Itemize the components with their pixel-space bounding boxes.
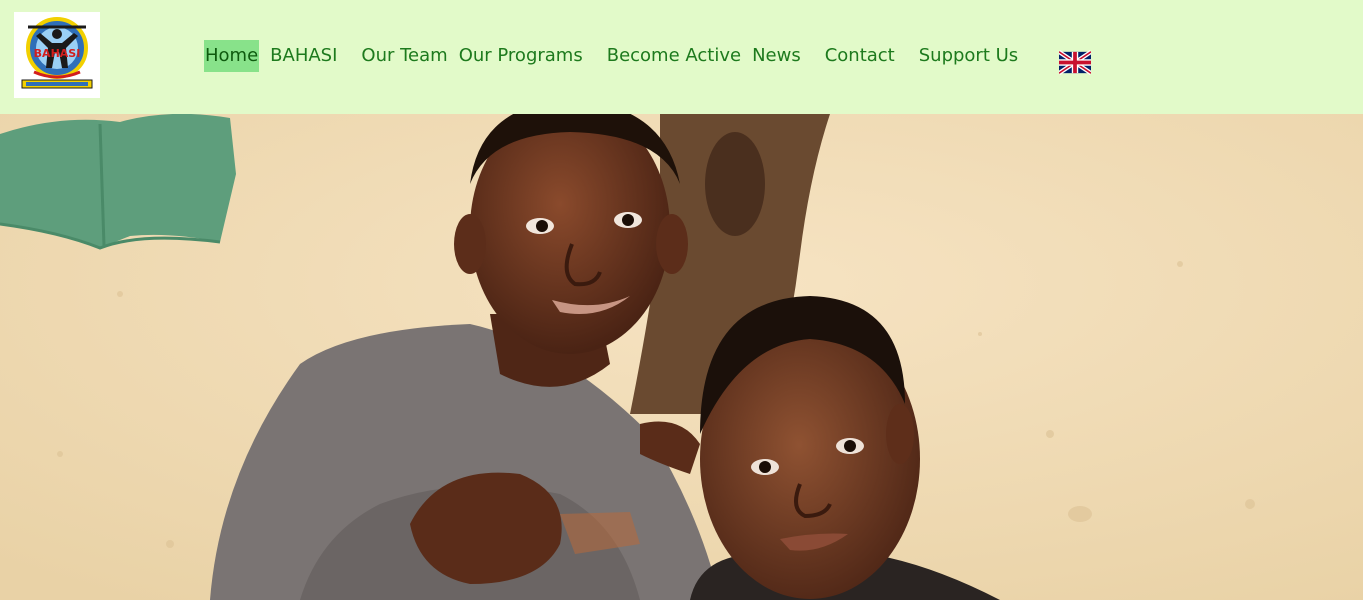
nav-news[interactable]: News — [751, 40, 802, 72]
nav-contact[interactable]: Contact — [824, 40, 896, 72]
nav-support-us[interactable]: Support Us — [918, 40, 1019, 72]
nav-our-team[interactable]: Our Team — [360, 40, 448, 72]
nav-become-active[interactable]: Become Active — [606, 40, 742, 72]
site-logo[interactable]: BAHASI — [14, 12, 100, 98]
hero-image — [0, 114, 1363, 600]
nav-home[interactable]: Home — [204, 40, 260, 72]
site-header: BAHASI Home BAHASI Our Team Our Programs… — [0, 0, 1363, 114]
nav-our-programs[interactable]: Our Programs — [458, 40, 584, 72]
main-nav: Home BAHASI Our Team Our Programs Become… — [204, 40, 1019, 72]
hero-photo-children — [0, 114, 1363, 600]
svg-text:BAHASI: BAHASI — [34, 47, 81, 60]
nav-bahasi[interactable]: BAHASI — [269, 40, 338, 72]
uk-flag-icon[interactable] — [1057, 50, 1093, 75]
